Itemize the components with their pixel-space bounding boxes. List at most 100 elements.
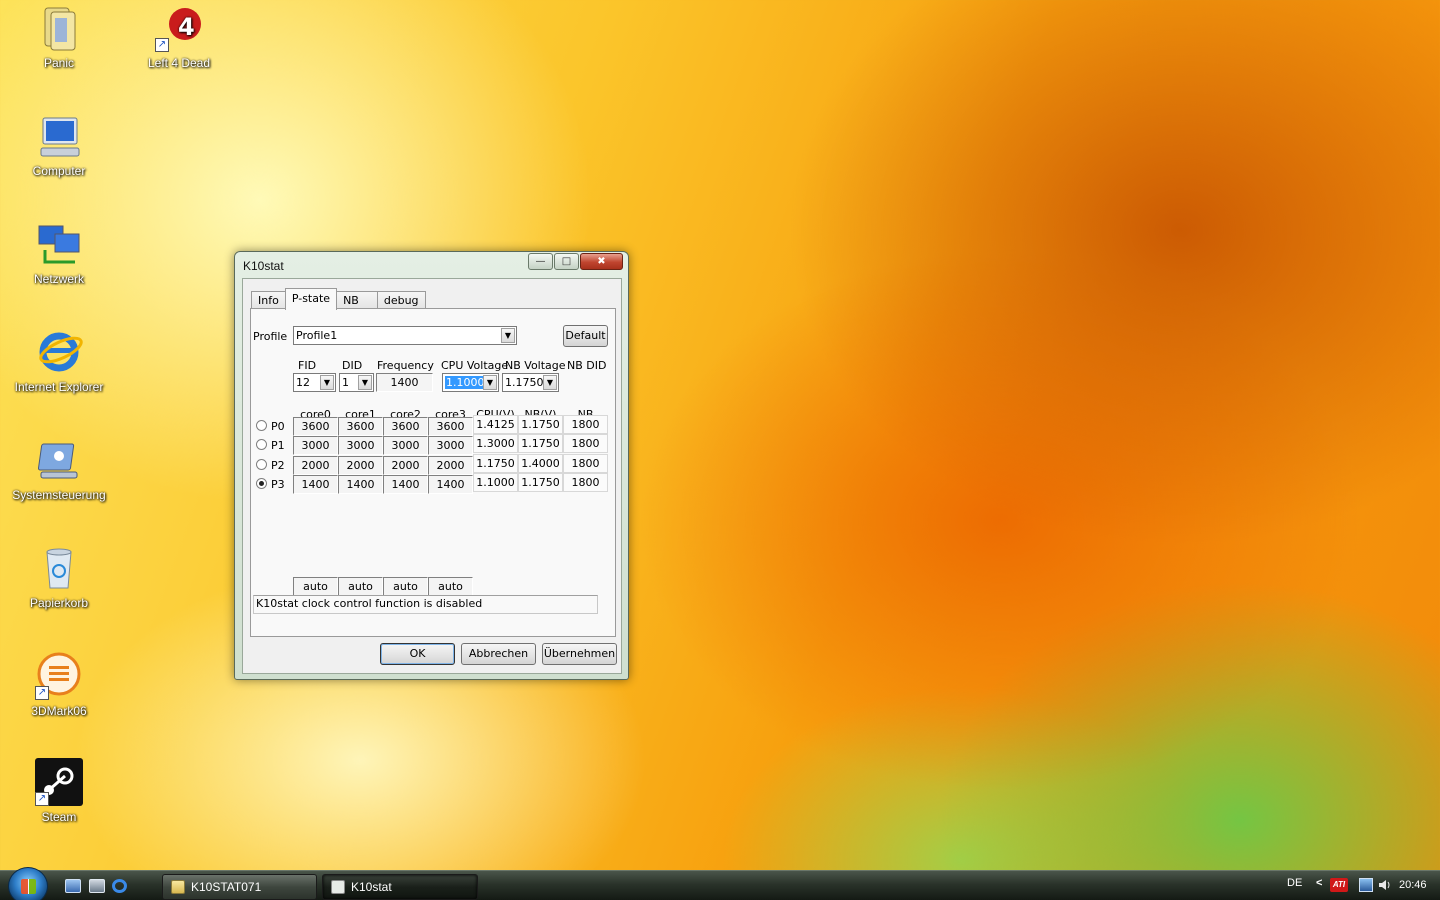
p2-radio[interactable] — [256, 459, 267, 470]
chevron-down-icon[interactable]: ▼ — [543, 375, 557, 390]
auto-button[interactable]: auto — [428, 577, 473, 596]
desktop-icon-internet-explorer[interactable]: Internet Explorer — [4, 328, 114, 394]
tab-p-state[interactable]: P-state — [284, 288, 338, 310]
chevron-down-icon[interactable]: ▼ — [358, 375, 372, 390]
cancel-button[interactable]: Abbrechen — [461, 643, 536, 665]
desktop-icon-label: Computer — [32, 164, 86, 178]
k10stat-window[interactable]: K10stat — □ ✖ Info P-state NB debug Prof… — [234, 251, 629, 680]
desktop-icon-steam[interactable]: ↗ Steam — [4, 758, 114, 824]
desktop-icon-3dmark06[interactable]: ↗ 3DMark06 — [4, 652, 114, 718]
table-cell[interactable]: 3600 — [428, 417, 473, 436]
desktop-icon-label: 3DMark06 — [31, 704, 87, 718]
chevron-down-icon[interactable]: ▼ — [320, 375, 334, 390]
fid-value: 12 — [296, 376, 310, 389]
table-cell: 1800 — [563, 415, 608, 434]
table-cell[interactable]: 3000 — [293, 436, 338, 455]
cpu-voltage-header: CPU Voltage — [441, 359, 509, 372]
desktop-icon-label: Papierkorb — [29, 596, 89, 610]
auto-button[interactable]: auto — [338, 577, 383, 596]
computer-icon — [35, 112, 83, 160]
did-select[interactable]: 1 ▼ — [339, 373, 374, 392]
show-desktop-icon[interactable] — [65, 879, 81, 893]
chevron-down-icon[interactable]: ▼ — [483, 375, 497, 390]
status-text: K10stat clock control function is disabl… — [253, 595, 598, 614]
auto-button[interactable]: auto — [293, 577, 338, 596]
shortcut-arrow-icon: ↗ — [35, 686, 49, 700]
recycle-bin-icon — [35, 544, 83, 592]
table-cell[interactable]: 3000 — [338, 436, 383, 455]
frequency-display: 1400 — [376, 373, 433, 392]
table-cell[interactable]: 2000 — [428, 456, 473, 475]
table-cell: 1800 — [563, 434, 608, 453]
network-tray-icon[interactable] — [1359, 878, 1373, 892]
folder-icon — [171, 880, 185, 894]
fid-header: FID — [298, 359, 317, 372]
start-button[interactable] — [8, 867, 48, 900]
ok-button[interactable]: OK — [380, 643, 455, 665]
table-cell[interactable]: 1400 — [383, 475, 428, 494]
table-cell: 1800 — [563, 473, 608, 492]
desktop-icon-computer[interactable]: Computer — [4, 112, 114, 178]
desktop-icon-systemsteuerung[interactable]: Systemsteuerung — [4, 436, 114, 502]
auto-button[interactable]: auto — [383, 577, 428, 596]
p0-radio[interactable] — [256, 420, 267, 431]
apply-button[interactable]: Übernehmen — [542, 643, 617, 665]
desktop-icon-label: Systemsteuerung — [12, 488, 106, 502]
volume-icon[interactable] — [1378, 878, 1392, 892]
table-cell[interactable]: 2000 — [293, 456, 338, 475]
switch-windows-icon[interactable] — [89, 879, 105, 893]
chevron-left-icon[interactable]: < — [1316, 877, 1322, 889]
internet-explorer-icon[interactable] — [112, 879, 127, 893]
table-cell[interactable]: 1400 — [293, 475, 338, 494]
table-cell[interactable]: 3600 — [383, 417, 428, 436]
application-icon — [331, 880, 345, 894]
cpu-voltage-value: 1.1000 — [445, 376, 486, 389]
maximize-button[interactable]: □ — [554, 253, 579, 270]
p1-radio[interactable] — [256, 439, 267, 450]
desktop-icon-label: Steam — [41, 810, 77, 824]
table-cell[interactable]: 1400 — [338, 475, 383, 494]
language-indicator[interactable]: DE — [1287, 877, 1302, 889]
table-cell[interactable]: 3000 — [383, 436, 428, 455]
chevron-down-icon[interactable]: ▼ — [501, 328, 515, 343]
did-value: 1 — [342, 376, 349, 389]
default-button[interactable]: Default — [563, 325, 608, 347]
desktop-icon-left4dead[interactable]: 4 ↗ Left 4 Dead — [124, 4, 234, 70]
cpu-voltage-select[interactable]: 1.1000 ▼ — [442, 373, 499, 392]
network-icon — [35, 220, 83, 268]
table-cell: 1.1750 — [518, 434, 563, 453]
table-cell[interactable]: 3600 — [338, 417, 383, 436]
taskbar-item-k10stat[interactable]: K10stat — [322, 874, 478, 900]
control-panel-icon — [35, 436, 83, 484]
close-button[interactable]: ✖ — [580, 253, 623, 270]
table-cell: 1.1750 — [518, 415, 563, 434]
nb-voltage-select[interactable]: 1.1750 ▼ — [502, 373, 559, 392]
p-state-panel: Profile Profile1 ▼ Default FID DID Frequ… — [250, 308, 616, 637]
clock[interactable]: 20:46 — [1399, 879, 1427, 891]
left4dead-game-icon: 4 ↗ — [155, 4, 203, 52]
profile-select[interactable]: Profile1 ▼ — [293, 326, 517, 345]
taskbar: K10STAT071 K10stat DE < ATI 20:46 — [0, 867, 1440, 900]
steam-icon: ↗ — [35, 758, 83, 806]
profile-value: Profile1 — [296, 329, 338, 342]
tab-strip: Info P-state NB debug — [251, 288, 426, 310]
taskbar-item-k10stat071[interactable]: K10STAT071 — [162, 874, 317, 900]
minimize-button[interactable]: — — [528, 253, 553, 270]
table-cell: 1.1750 — [518, 473, 563, 492]
desktop-icon-papierkorb[interactable]: Papierkorb — [4, 544, 114, 610]
internet-explorer-icon — [35, 328, 83, 376]
desktop-icon-panic[interactable]: Panic — [4, 4, 114, 70]
ati-tray-icon[interactable]: ATI — [1330, 878, 1348, 892]
table-cell[interactable]: 1400 — [428, 475, 473, 494]
fid-select[interactable]: 12 ▼ — [293, 373, 336, 392]
folder-icon — [35, 4, 83, 52]
table-cell: 1.3000 — [473, 434, 518, 453]
table-cell[interactable]: 2000 — [338, 456, 383, 475]
desktop-icon-netzwerk[interactable]: Netzwerk — [4, 220, 114, 286]
desktop-icon-label: Left 4 Dead — [147, 56, 211, 70]
table-cell[interactable]: 3600 — [293, 417, 338, 436]
p3-radio[interactable] — [256, 478, 267, 489]
table-cell[interactable]: 3000 — [428, 436, 473, 455]
svg-text:4: 4 — [178, 13, 195, 41]
table-cell[interactable]: 2000 — [383, 456, 428, 475]
